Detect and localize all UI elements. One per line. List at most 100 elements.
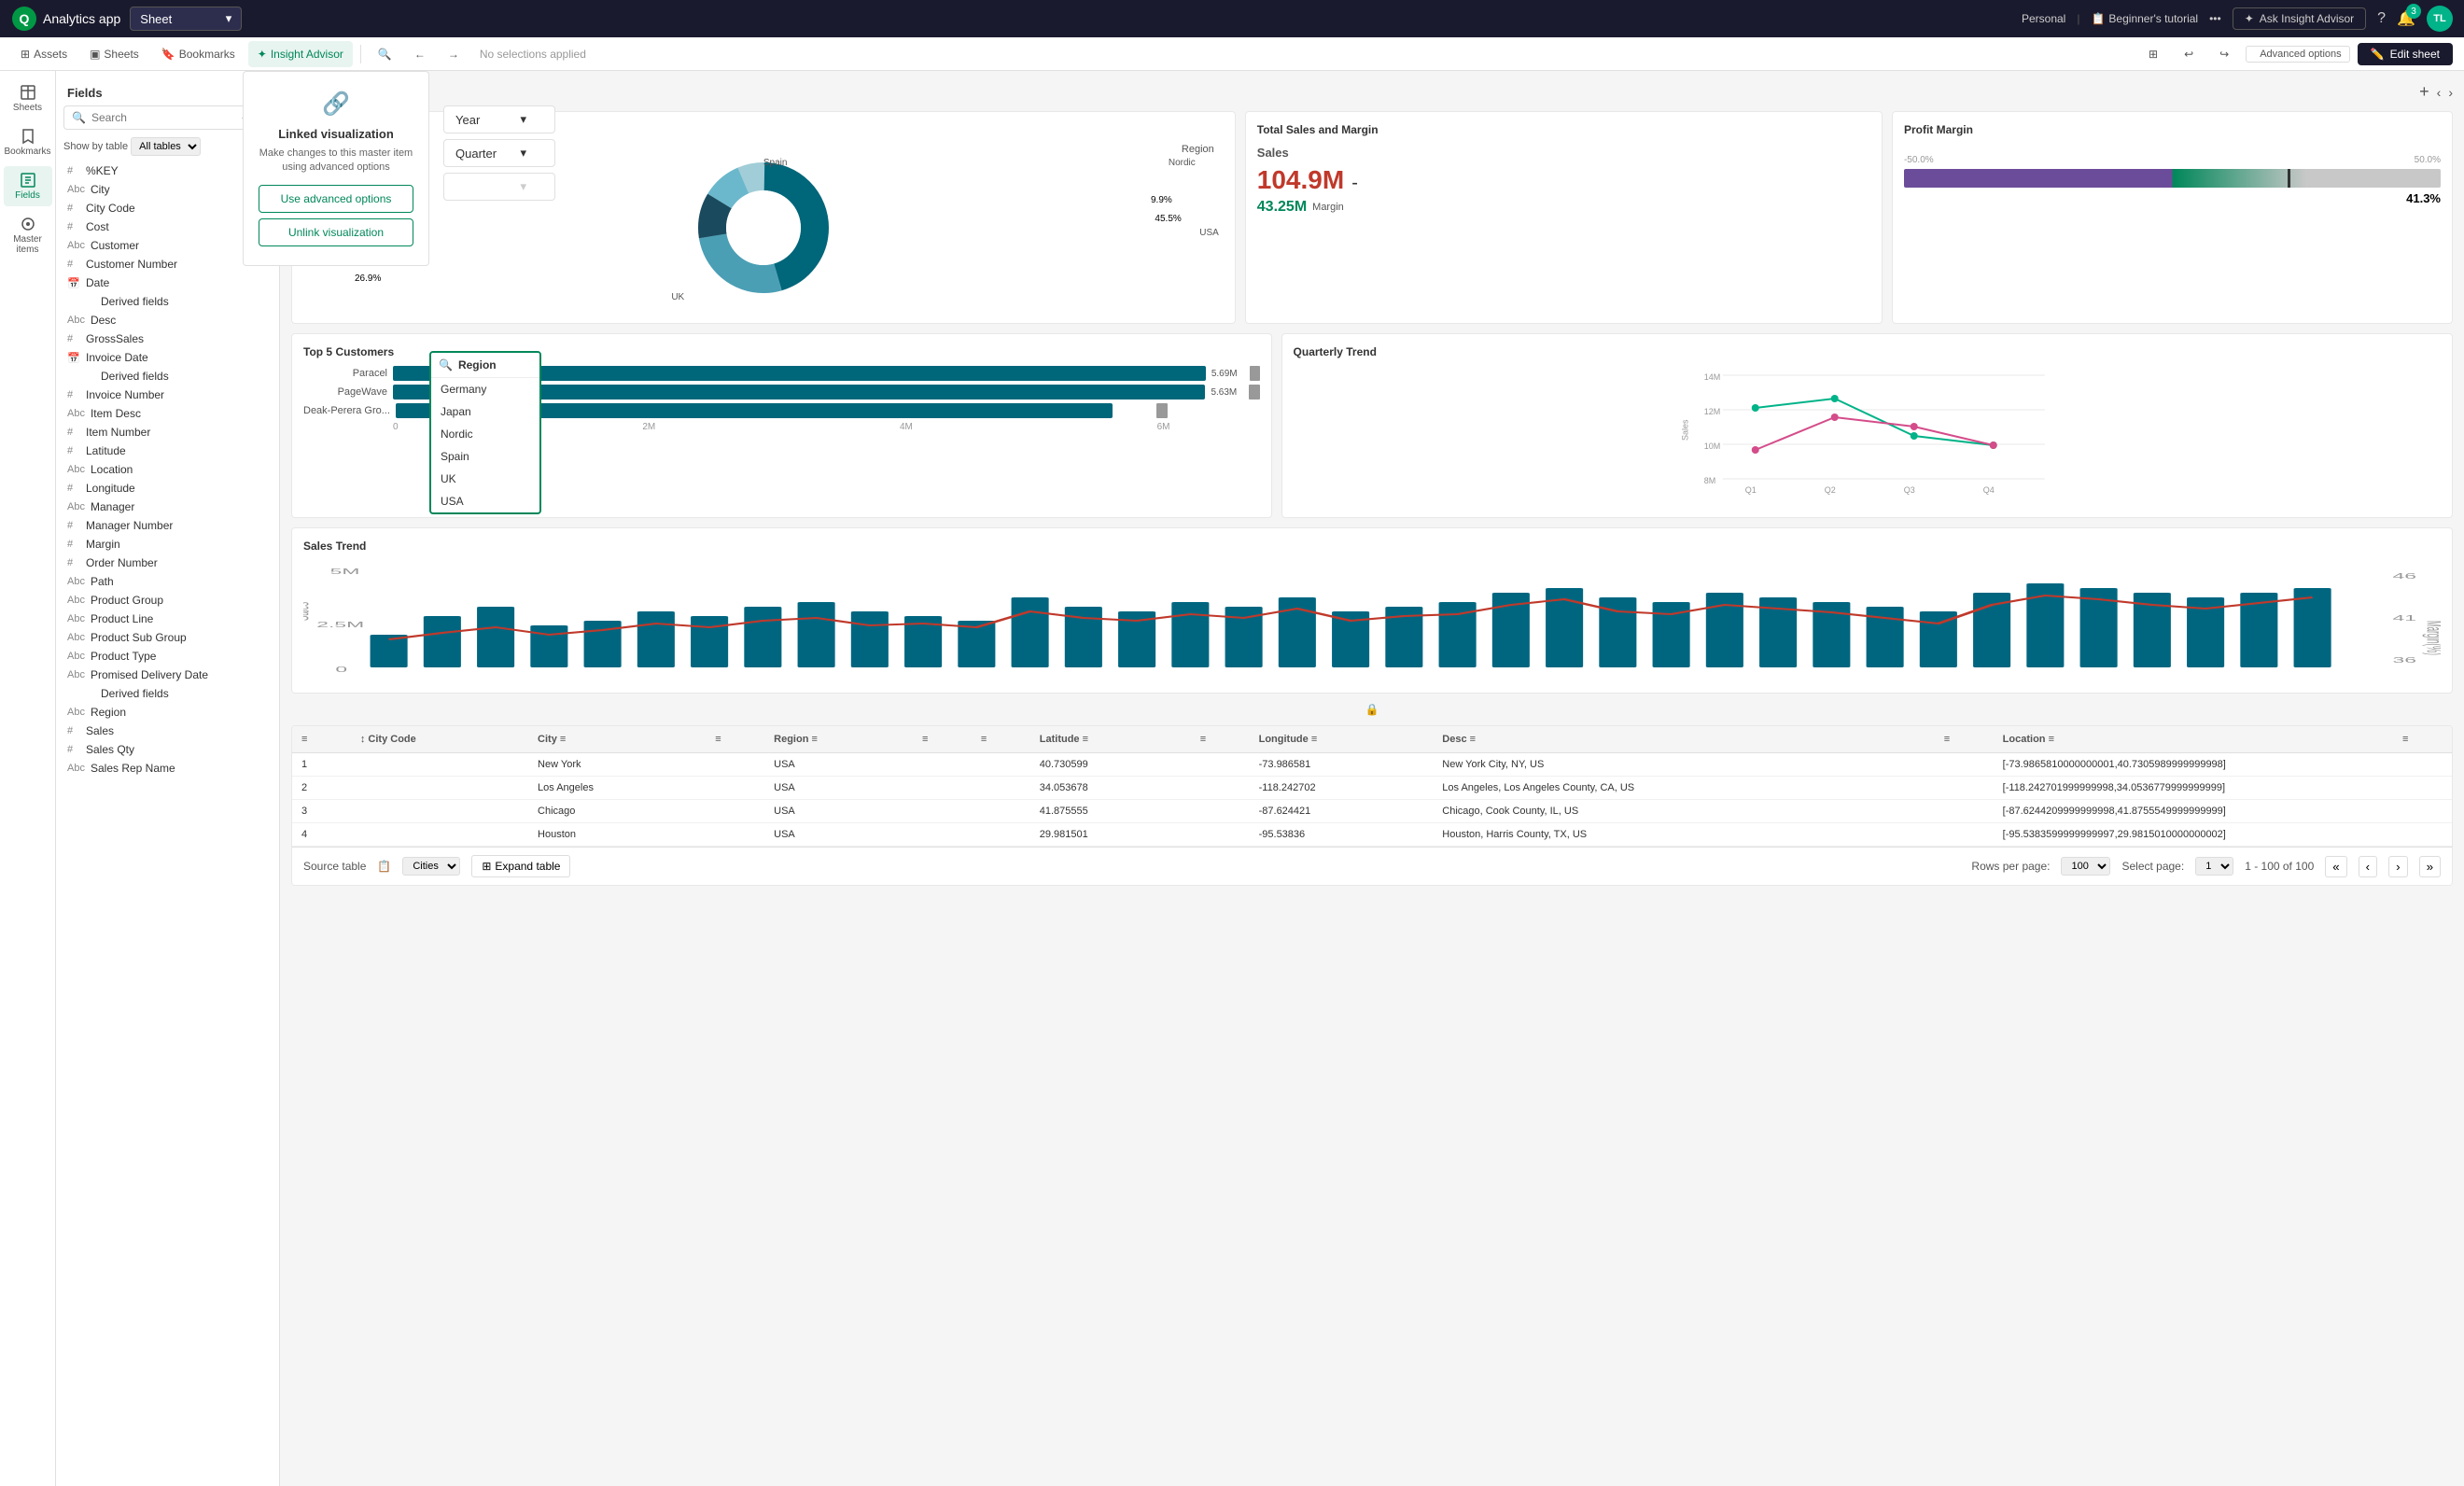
field-item[interactable]: AbcPath [63, 572, 272, 591]
sidebar-bookmarks-button[interactable]: Bookmarks [4, 122, 52, 162]
row-city-code [351, 823, 528, 847]
page-selector[interactable]: 1 [2195, 857, 2233, 876]
field-item[interactable]: AbcCity [63, 180, 272, 199]
sidebar-master-items-button[interactable]: Master items [4, 210, 52, 260]
sidebar-fields-button[interactable]: Fields [4, 166, 52, 206]
field-item[interactable]: #Invoice Number [63, 386, 272, 404]
edit-sheet-button[interactable]: ✏️ Edit sheet [2358, 43, 2453, 65]
insight-advisor-button[interactable]: ✦ Insight Advisor [248, 41, 353, 67]
field-item[interactable]: AbcProduct Sub Group [63, 628, 272, 647]
sheet-selector[interactable]: Sheet ▾ [130, 7, 242, 31]
field-item[interactable]: AbcCustomer [63, 236, 272, 255]
sheets-button[interactable]: ▣ Sheets [80, 41, 148, 67]
field-item[interactable]: AbcItem Desc [63, 404, 272, 423]
region-filter-item[interactable]: Japan [431, 400, 539, 423]
field-item[interactable]: AbcRegion [63, 703, 272, 722]
region-filter-item[interactable]: UK [431, 468, 539, 490]
field-item[interactable]: #Item Number [63, 423, 272, 442]
next-page-button[interactable]: › [2448, 85, 2453, 100]
field-item[interactable]: Derived fields [63, 292, 272, 311]
user-avatar[interactable]: TL [2427, 6, 2453, 32]
table-row: 3 Chicago USA 41.875555 -87.624421 Chica… [292, 800, 2452, 823]
field-item[interactable]: AbcProduct Type [63, 647, 272, 666]
region-filter-item[interactable]: Nordic [431, 423, 539, 445]
field-item[interactable]: AbcProduct Line [63, 610, 272, 628]
first-page-button[interactable]: « [2325, 856, 2346, 877]
lat-menu-icon[interactable]: ≡ [1083, 734, 1088, 745]
quarter-dropdown[interactable]: Quarter ▾ [443, 139, 555, 167]
search-selections-button[interactable]: 🔍 [369, 41, 401, 67]
rows-per-page-selector[interactable]: 100 [2061, 857, 2110, 876]
field-item[interactable]: AbcProduct Group [63, 591, 272, 610]
spacer4-icon[interactable]: ≡ [1200, 734, 1206, 745]
grid-view-button[interactable]: ⊞ [2139, 41, 2167, 67]
field-type-icon: # [67, 725, 80, 736]
region-menu-icon[interactable]: ≡ [811, 734, 817, 745]
empty-chevron-icon: ▾ [520, 179, 526, 194]
field-item[interactable]: #Longitude [63, 479, 272, 498]
more-icon[interactable]: ••• [2209, 12, 2221, 25]
spacer1-icon[interactable]: ≡ [715, 734, 721, 745]
minus-sign: - [1351, 173, 1358, 194]
field-item[interactable]: Derived fields [63, 367, 272, 386]
loc-menu-icon[interactable]: ≡ [2049, 734, 2054, 745]
spacer6-icon[interactable]: ≡ [2402, 734, 2408, 745]
help-button[interactable]: ? [2377, 10, 2386, 27]
notifications-button[interactable]: 🔔 3 [2397, 9, 2415, 28]
redo-button[interactable]: ↪ [2210, 41, 2238, 67]
use-advanced-options-button[interactable]: Use advanced options [280, 185, 413, 213]
menu-icon[interactable]: ≡ [301, 734, 307, 745]
region-filter-item[interactable]: Spain [431, 445, 539, 468]
source-table-selector[interactable]: Cities [402, 857, 460, 876]
field-item[interactable]: AbcManager [63, 498, 272, 516]
spacer3-icon[interactable]: ≡ [981, 734, 987, 745]
field-item[interactable]: 📅Invoice Date [63, 348, 272, 367]
table-selector[interactable]: All tables [131, 137, 201, 156]
fields-search-input[interactable] [91, 111, 236, 124]
ask-insight-advisor-btn[interactable]: ✦ Ask Insight Advisor [2233, 7, 2366, 30]
field-item[interactable]: #%KEY [63, 161, 272, 180]
next-page-table-button[interactable]: › [2388, 856, 2407, 877]
bookmarks-button[interactable]: 🔖 Bookmarks [152, 41, 245, 67]
city-code-sort-icon[interactable]: ↕ [360, 734, 366, 745]
field-item[interactable]: #Order Number [63, 554, 272, 572]
empty-dropdown[interactable]: ▾ [443, 173, 555, 201]
field-item[interactable]: #Latitude [63, 442, 272, 460]
unlink-visualization-button[interactable]: Unlink visualization [280, 218, 413, 246]
field-item[interactable]: #Margin [63, 535, 272, 554]
city-menu-icon[interactable]: ≡ [560, 734, 566, 745]
field-item[interactable]: #GrossSales [63, 329, 272, 348]
field-item[interactable]: AbcDesc [63, 311, 272, 329]
prev-page-table-button[interactable]: ‹ [2359, 856, 2377, 877]
field-item[interactable]: #Manager Number [63, 516, 272, 535]
field-item[interactable]: AbcSales Rep Name [63, 759, 272, 778]
field-item[interactable]: #Sales Qty [63, 740, 272, 759]
field-item[interactable]: AbcPromised Delivery Date [63, 666, 272, 684]
last-page-button[interactable]: » [2419, 856, 2441, 877]
forward-button[interactable]: → [439, 41, 469, 67]
spacer5-icon[interactable]: ≡ [1944, 734, 1950, 745]
lon-menu-icon[interactable]: ≡ [1311, 734, 1317, 745]
add-chart-button[interactable]: + [2419, 82, 2429, 102]
field-item[interactable]: AbcLocation [63, 460, 272, 479]
expand-table-button[interactable]: ⊞ Expand table [471, 855, 570, 877]
prev-page-button[interactable]: ‹ [2437, 85, 2442, 100]
assets-button[interactable]: ⊞ Assets [11, 41, 77, 67]
redo-icon: ↪ [2219, 48, 2229, 61]
field-item[interactable]: #Cost [63, 217, 272, 236]
year-dropdown[interactable]: Year ▾ [443, 105, 555, 133]
region-filter-item[interactable]: Germany [431, 378, 539, 400]
field-item[interactable]: #Customer Number [63, 255, 272, 273]
field-item[interactable]: #Sales [63, 722, 272, 740]
region-filter-item[interactable]: USA [431, 490, 539, 512]
undo-button[interactable]: ↩ [2175, 41, 2203, 67]
sidebar-sheets-button[interactable]: Sheets [4, 78, 52, 119]
back-button[interactable]: ← [405, 41, 435, 67]
sales-trend-svg: 5M 2.5M 0 Sales 46 41 36 Margin(%) [303, 560, 2441, 681]
spacer2-icon[interactable]: ≡ [922, 734, 928, 745]
field-item[interactable]: Derived fields [63, 684, 272, 703]
field-item[interactable]: 📅Date [63, 273, 272, 292]
tutorial-label[interactable]: 📋 Beginner's tutorial [2091, 12, 2198, 25]
field-item[interactable]: #City Code [63, 199, 272, 217]
desc-menu-icon[interactable]: ≡ [1470, 734, 1476, 745]
